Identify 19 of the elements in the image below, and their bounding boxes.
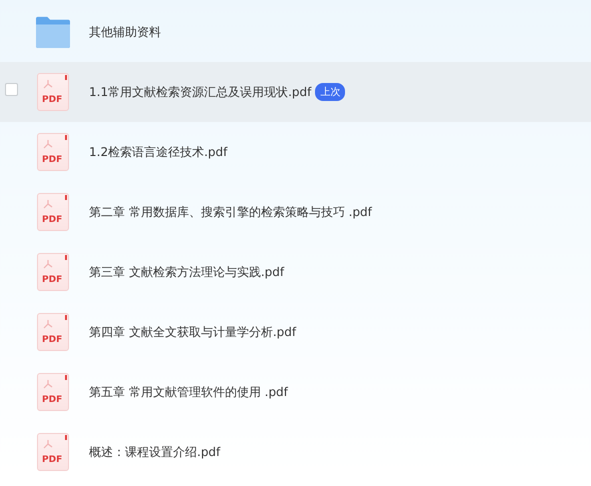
file-name[interactable]: 第二章 常用数据库、搜索引擎的检索策略与技巧 .pdf bbox=[89, 204, 372, 220]
pdf-file-icon: PDF bbox=[37, 133, 69, 171]
pdf-file-icon: PDF bbox=[37, 73, 69, 111]
file-name[interactable]: 第五章 常用文献管理软件的使用 .pdf bbox=[89, 384, 288, 400]
file-name[interactable]: 第三章 文献检索方法理论与实践.pdf bbox=[89, 264, 284, 280]
pdf-file-icon: PDF bbox=[37, 373, 69, 411]
file-name[interactable]: 第四章 文献全文获取与计量学分析.pdf bbox=[89, 324, 296, 340]
folder-icon bbox=[36, 15, 70, 49]
file-name[interactable]: 概述：课程设置介绍.pdf bbox=[89, 444, 220, 460]
file-name[interactable]: 其他辅助资料 bbox=[89, 24, 161, 40]
last-opened-badge: 上次 bbox=[315, 83, 346, 101]
pdf-file-icon: PDF bbox=[37, 193, 69, 231]
file-name[interactable]: 1.1常用文献检索资源汇总及误用现状.pdf bbox=[89, 84, 312, 100]
pdf-file-icon: PDF bbox=[37, 313, 69, 351]
file-name[interactable]: 1.2检索语言途径技术.pdf bbox=[89, 144, 228, 160]
pdf-file-icon: PDF bbox=[37, 433, 69, 471]
checkbox[interactable] bbox=[5, 83, 18, 96]
file-row[interactable]: PDF 1.1常用文献检索资源汇总及误用现状.pdf 上次 bbox=[0, 62, 591, 122]
pdf-file-icon: PDF bbox=[37, 253, 69, 291]
